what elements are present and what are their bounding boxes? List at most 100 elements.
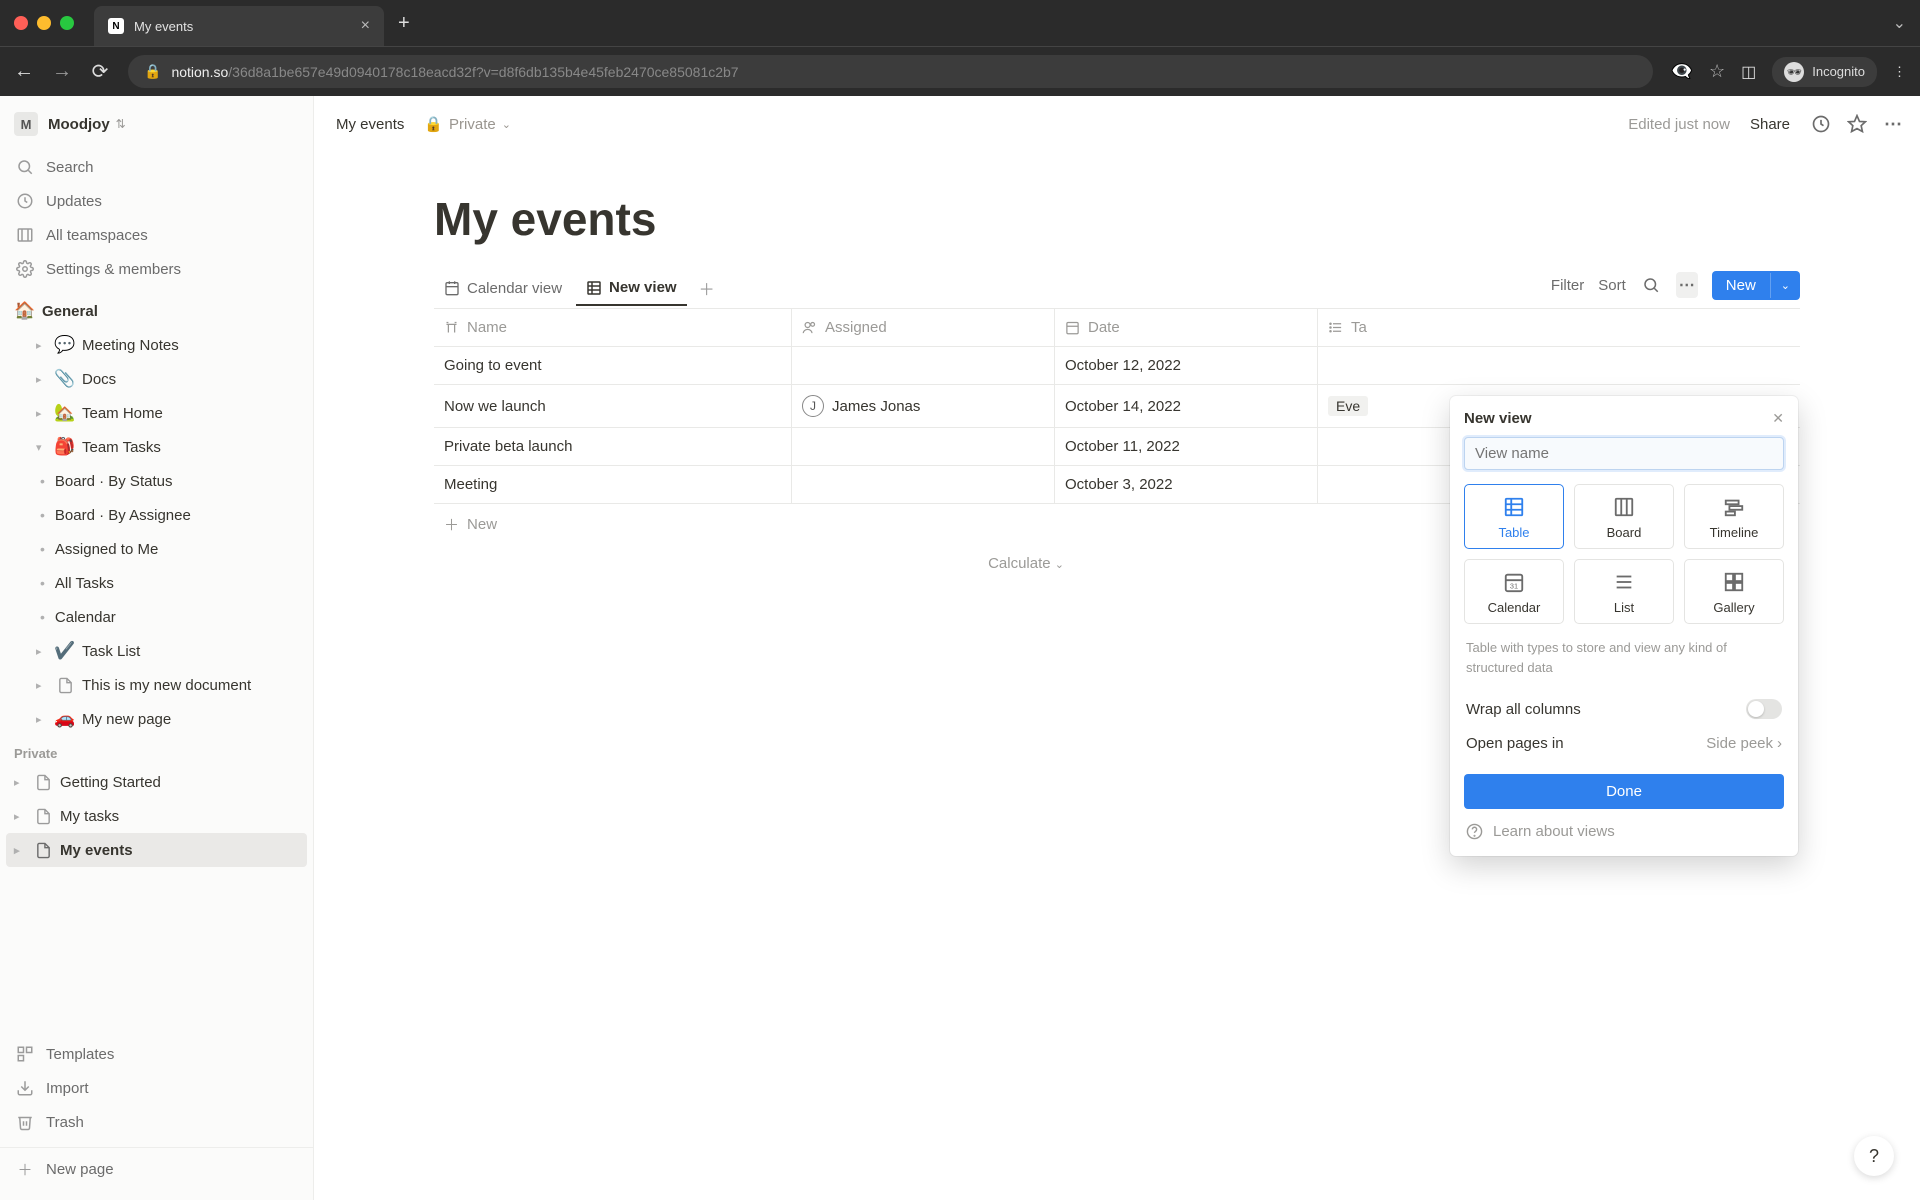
sidebar-settings[interactable]: Settings & members <box>0 252 313 286</box>
expand-icon[interactable]: ▸ <box>36 407 54 420</box>
sidebar-page-new-page[interactable]: ▸ 🚗 My new page <box>6 702 307 736</box>
column-tags[interactable]: Ta <box>1318 309 1800 346</box>
sidebar-search[interactable]: Search <box>0 150 313 184</box>
incognito-badge[interactable]: 🕶 Incognito <box>1772 57 1877 87</box>
share-button[interactable]: Share <box>1744 112 1796 137</box>
expand-icon[interactable]: ▸ <box>36 339 54 352</box>
sidebar-page-calendar[interactable]: • Calendar <box>6 600 307 634</box>
view-type-calendar[interactable]: 31 Calendar <box>1464 559 1564 624</box>
expand-icon[interactable]: ▸ <box>36 713 54 726</box>
column-assigned[interactable]: Assigned <box>792 309 1055 346</box>
expand-icon[interactable]: ▸ <box>14 844 32 857</box>
view-type-board[interactable]: Board <box>1574 484 1674 549</box>
address-bar[interactable]: 🔒 notion.so/36d8a1be657e49d0940178c18eac… <box>128 55 1653 88</box>
view-type-list[interactable]: List <box>1574 559 1674 624</box>
cell-assigned[interactable] <box>792 428 1055 465</box>
private-indicator[interactable]: 🔒 Private ⌄ <box>416 112 519 136</box>
sidebar-page-meeting-notes[interactable]: ▸ 💬 Meeting Notes <box>6 328 307 362</box>
eye-off-icon[interactable]: 👁‍🗨 <box>1671 61 1693 82</box>
window-maximize[interactable] <box>60 16 74 30</box>
view-type-gallery[interactable]: Gallery <box>1684 559 1784 624</box>
wrap-columns-row[interactable]: Wrap all columns <box>1464 691 1784 727</box>
cell-tags[interactable] <box>1318 347 1800 384</box>
sidebar-page-board-status[interactable]: • Board · By Status <box>6 464 307 498</box>
browser-tab[interactable]: N My events × <box>94 6 384 46</box>
sidebar-templates[interactable]: Templates <box>0 1037 313 1071</box>
sidebar-page-team-home[interactable]: ▸ 🏡 Team Home <box>6 396 307 430</box>
sidebar-page-team-tasks[interactable]: ▾ 🎒 Team Tasks <box>6 430 307 464</box>
sidebar-trash[interactable]: Trash <box>0 1105 313 1139</box>
help-fab[interactable]: ? <box>1854 1136 1894 1176</box>
learn-views-link[interactable]: Learn about views <box>1464 809 1784 842</box>
view-type-timeline[interactable]: Timeline <box>1684 484 1784 549</box>
reload-button[interactable]: ⟳ <box>90 59 110 84</box>
panel-icon[interactable]: ◫ <box>1741 62 1756 82</box>
chevron-down-icon[interactable]: ⌄ <box>1770 273 1800 298</box>
sidebar-page-assigned-me[interactable]: • Assigned to Me <box>6 532 307 566</box>
cell-name[interactable]: Now we launch <box>434 385 792 427</box>
expand-icon[interactable]: ▸ <box>14 810 32 823</box>
cell-name[interactable]: Going to event <box>434 347 792 384</box>
cell-assigned[interactable]: J James Jonas <box>792 385 1055 427</box>
favorite-icon[interactable] <box>1846 113 1868 135</box>
more-icon[interactable]: ⋯ <box>1882 113 1904 135</box>
private-section-label[interactable]: Private <box>0 736 313 765</box>
column-name[interactable]: Name <box>434 309 792 346</box>
wrap-columns-toggle[interactable] <box>1746 699 1782 719</box>
collapse-icon[interactable]: ▾ <box>36 441 54 454</box>
window-close[interactable] <box>14 16 28 30</box>
sort-button[interactable]: Sort <box>1598 277 1626 294</box>
page-title[interactable]: My events <box>434 192 1800 246</box>
sidebar-page-task-list[interactable]: ▸ ✔️ Task List <box>6 634 307 668</box>
search-icon[interactable] <box>1640 276 1662 294</box>
new-tab-button[interactable]: + <box>398 12 410 35</box>
cell-name[interactable]: Meeting <box>434 466 792 503</box>
view-tab-calendar[interactable]: Calendar view <box>434 272 572 305</box>
filter-button[interactable]: Filter <box>1551 277 1584 294</box>
column-date[interactable]: Date <box>1055 309 1318 346</box>
updates-icon[interactable] <box>1810 113 1832 135</box>
view-name-input[interactable] <box>1464 437 1784 470</box>
done-button[interactable]: Done <box>1464 774 1784 809</box>
view-tab-new[interactable]: New view <box>576 271 687 306</box>
forward-button[interactable]: → <box>52 60 72 83</box>
sidebar-teamspace-general[interactable]: 🏠 General <box>6 294 307 328</box>
sidebar-page-my-events[interactable]: ▸ My events <box>6 833 307 867</box>
calculate-button[interactable]: Calculate ⌄ <box>444 555 1064 572</box>
sidebar-teamspaces[interactable]: All teamspaces <box>0 218 313 252</box>
expand-icon[interactable]: ▸ <box>36 679 54 692</box>
sidebar-page-all-tasks[interactable]: • All Tasks <box>6 566 307 600</box>
tab-close-icon[interactable]: × <box>361 17 370 35</box>
cell-assigned[interactable] <box>792 347 1055 384</box>
sidebar-page-new-doc[interactable]: ▸ This is my new document <box>6 668 307 702</box>
new-record-button[interactable]: New ⌄ <box>1712 271 1800 300</box>
tabs-dropdown-icon[interactable]: ⌄ <box>1893 13 1906 33</box>
sidebar-page-board-assignee[interactable]: • Board · By Assignee <box>6 498 307 532</box>
view-more-icon[interactable]: ⋯ <box>1676 272 1698 298</box>
sidebar-updates[interactable]: Updates <box>0 184 313 218</box>
workspace-switcher[interactable]: M Moodjoy ⇅ <box>0 106 313 142</box>
sidebar-page-getting-started[interactable]: ▸ Getting Started <box>6 765 307 799</box>
expand-icon[interactable]: ▸ <box>36 645 54 658</box>
window-minimize[interactable] <box>37 16 51 30</box>
expand-icon[interactable]: ▸ <box>14 776 32 789</box>
cell-date[interactable]: October 3, 2022 <box>1055 466 1318 503</box>
cell-assigned[interactable] <box>792 466 1055 503</box>
sidebar-import[interactable]: Import <box>0 1071 313 1105</box>
browser-menu-icon[interactable]: ⋮ <box>1893 64 1906 80</box>
expand-icon[interactable]: ▸ <box>36 373 54 386</box>
close-icon[interactable]: ✕ <box>1772 410 1784 427</box>
table-row[interactable]: Going to event October 12, 2022 <box>434 347 1800 385</box>
bookmark-star-icon[interactable]: ☆ <box>1709 61 1725 82</box>
view-type-table[interactable]: Table <box>1464 484 1564 549</box>
sidebar-page-docs[interactable]: ▸ 📎 Docs <box>6 362 307 396</box>
breadcrumb-page[interactable]: My events <box>330 112 410 137</box>
sidebar-page-my-tasks[interactable]: ▸ My tasks <box>6 799 307 833</box>
cell-name[interactable]: Private beta launch <box>434 428 792 465</box>
open-pages-row[interactable]: Open pages in Side peek › <box>1464 727 1784 760</box>
cell-date[interactable]: October 11, 2022 <box>1055 428 1318 465</box>
sidebar-new-page[interactable]: ＋ New page <box>0 1147 313 1190</box>
back-button[interactable]: ← <box>14 60 34 83</box>
cell-date[interactable]: October 14, 2022 <box>1055 385 1318 427</box>
cell-date[interactable]: October 12, 2022 <box>1055 347 1318 384</box>
